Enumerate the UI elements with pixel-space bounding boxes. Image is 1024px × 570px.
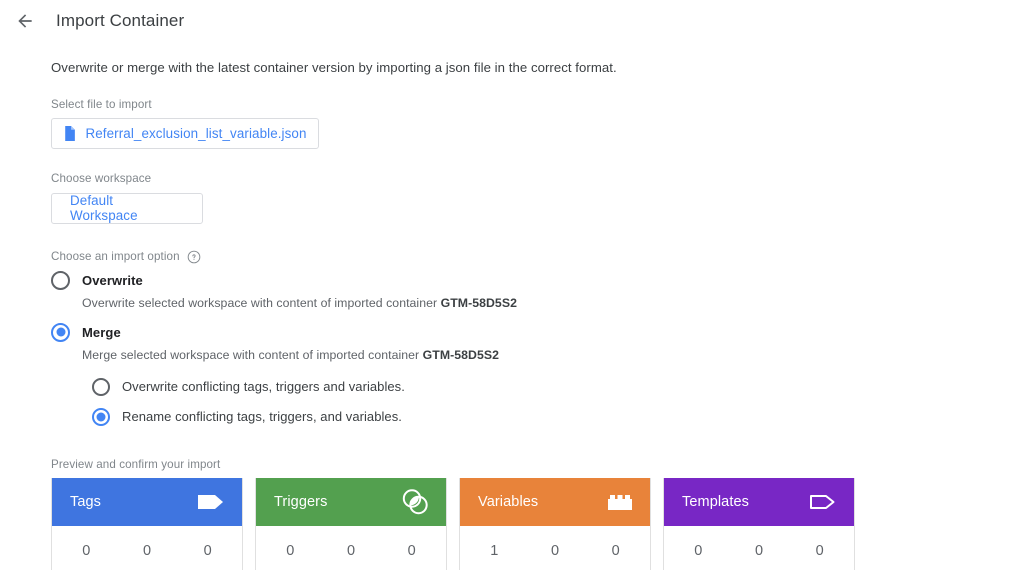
card-body-variables: 1 New 0 Modified 0 Deleted: [460, 526, 650, 570]
stat-value-deleted-tags: 0: [203, 542, 212, 559]
radio-overwrite-container-id: GTM-58D5S2: [440, 295, 517, 310]
stat-value-new-variables: 1: [490, 542, 499, 559]
radio-row-overwrite[interactable]: Overwrite: [51, 270, 1004, 290]
preview-card-tags: Tags 0 New 0 Modified 0 Dele: [51, 477, 243, 570]
stat-value-modified-variables: 0: [550, 542, 560, 559]
stat-new-triggers: 0 New: [260, 542, 321, 570]
radio-overwrite-description: Overwrite selected workspace with conten…: [82, 296, 1004, 310]
radio-merge[interactable]: [51, 322, 70, 342]
tag-filled-icon: [196, 491, 226, 513]
card-header-templates: Templates: [664, 477, 854, 526]
stat-value-deleted-variables: 0: [611, 542, 620, 559]
radio-overwrite-label: Overwrite: [82, 272, 143, 288]
selected-file-button[interactable]: Referral_exclusion_list_variable.json: [51, 118, 319, 149]
radio-row-rename-conflicting[interactable]: Rename conflicting tags, triggers, and v…: [92, 407, 1004, 426]
stat-value-deleted-triggers: 0: [407, 542, 416, 559]
brick-block-icon: [606, 491, 634, 513]
card-title-tags: Tags: [70, 493, 102, 510]
file-icon: [63, 126, 76, 141]
stat-value-new-templates: 0: [694, 542, 703, 559]
stat-value-new-tags: 0: [82, 542, 91, 559]
card-body-triggers: 0 New 0 Modified 0 Deleted: [256, 526, 446, 570]
page-content: Overwrite or merge with the latest conta…: [0, 60, 1024, 570]
stat-modified-templates: 0 Modified: [729, 542, 790, 570]
radio-rename-conflicting[interactable]: [92, 407, 110, 426]
card-body-templates: 0 New 0 Modified 0 Deleted: [664, 526, 854, 570]
stat-new-variables: 1 New: [464, 542, 525, 570]
stat-new-tags: 0 New: [56, 542, 117, 570]
workspace-name: Default Workspace: [70, 193, 138, 223]
stat-value-modified-tags: 0: [142, 542, 152, 559]
radio-merge-label: Merge: [82, 324, 121, 340]
choose-workspace-label: Choose workspace: [51, 172, 152, 185]
radio-merge-description-text: Merge selected workspace with content of…: [82, 347, 423, 362]
card-title-variables: Variables: [478, 493, 539, 510]
preview-label: Preview and confirm your import: [51, 457, 221, 471]
radio-merge-description: Merge selected workspace with content of…: [82, 348, 1004, 362]
stat-modified-variables: 0 Modified: [525, 542, 586, 570]
stat-new-templates: 0 New: [668, 542, 729, 570]
page-header: Import Container: [0, 4, 1024, 38]
selected-file-name: Referral_exclusion_list_variable.json: [85, 126, 307, 141]
card-title-triggers: Triggers: [274, 493, 328, 510]
preview-card-triggers: Triggers 0 New 0 Modified: [255, 477, 447, 570]
card-title-templates: Templates: [682, 493, 749, 510]
intro-text: Overwrite or merge with the latest conta…: [51, 60, 617, 75]
preview-card-variables: Variables 1 New 0 Modified: [459, 477, 651, 570]
workspace-select-button[interactable]: Default Workspace: [51, 192, 203, 224]
stat-modified-tags: 0 Modified: [117, 542, 178, 570]
card-header-variables: Variables: [460, 477, 650, 526]
stat-value-modified-templates: 0: [754, 542, 764, 559]
radio-overwrite-conflicting-label: Overwrite conflicting tags, triggers and…: [122, 379, 405, 394]
radio-row-overwrite-conflicting[interactable]: Overwrite conflicting tags, triggers and…: [92, 377, 1004, 396]
radio-overwrite-conflicting[interactable]: [92, 377, 110, 396]
back-arrow-icon[interactable]: [12, 8, 38, 34]
card-header-triggers: Triggers: [256, 477, 446, 526]
preview-cards: Tags 0 New 0 Modified 0 Dele: [51, 477, 1004, 570]
stat-modified-triggers: 0 Modified: [321, 542, 382, 570]
radio-overwrite-description-text: Overwrite selected workspace with conten…: [82, 295, 441, 310]
select-file-label: Select file to import: [51, 98, 152, 111]
help-circle-icon[interactable]: [187, 250, 201, 264]
radio-row-merge[interactable]: Merge: [51, 322, 1004, 342]
radio-rename-conflicting-label: Rename conflicting tags, triggers, and v…: [122, 409, 402, 424]
stat-value-modified-triggers: 0: [346, 542, 356, 559]
stat-deleted-triggers: 0 Deleted: [381, 542, 442, 570]
import-option-header: Choose an import option: [51, 250, 1004, 264]
stat-value-deleted-templates: 0: [815, 542, 824, 559]
overlapping-circles-icon: [400, 488, 430, 516]
import-option-label: Choose an import option: [51, 250, 180, 263]
card-body-tags: 0 New 0 Modified 0 Deleted: [52, 526, 242, 570]
tag-outline-icon: [808, 491, 838, 513]
conflict-options-group: Overwrite conflicting tags, triggers and…: [92, 377, 1004, 426]
stat-deleted-tags: 0 Deleted: [177, 542, 238, 570]
stat-deleted-variables: 0 Deleted: [585, 542, 646, 570]
stat-value-new-triggers: 0: [286, 542, 295, 559]
radio-merge-container-id: GTM-58D5S2: [422, 347, 500, 362]
card-header-tags: Tags: [52, 477, 242, 526]
preview-card-templates: Templates 0 New 0 Modified 0: [663, 477, 855, 570]
stat-deleted-templates: 0 Deleted: [789, 542, 850, 570]
page-title: Import Container: [56, 11, 185, 30]
radio-overwrite[interactable]: [51, 270, 70, 290]
